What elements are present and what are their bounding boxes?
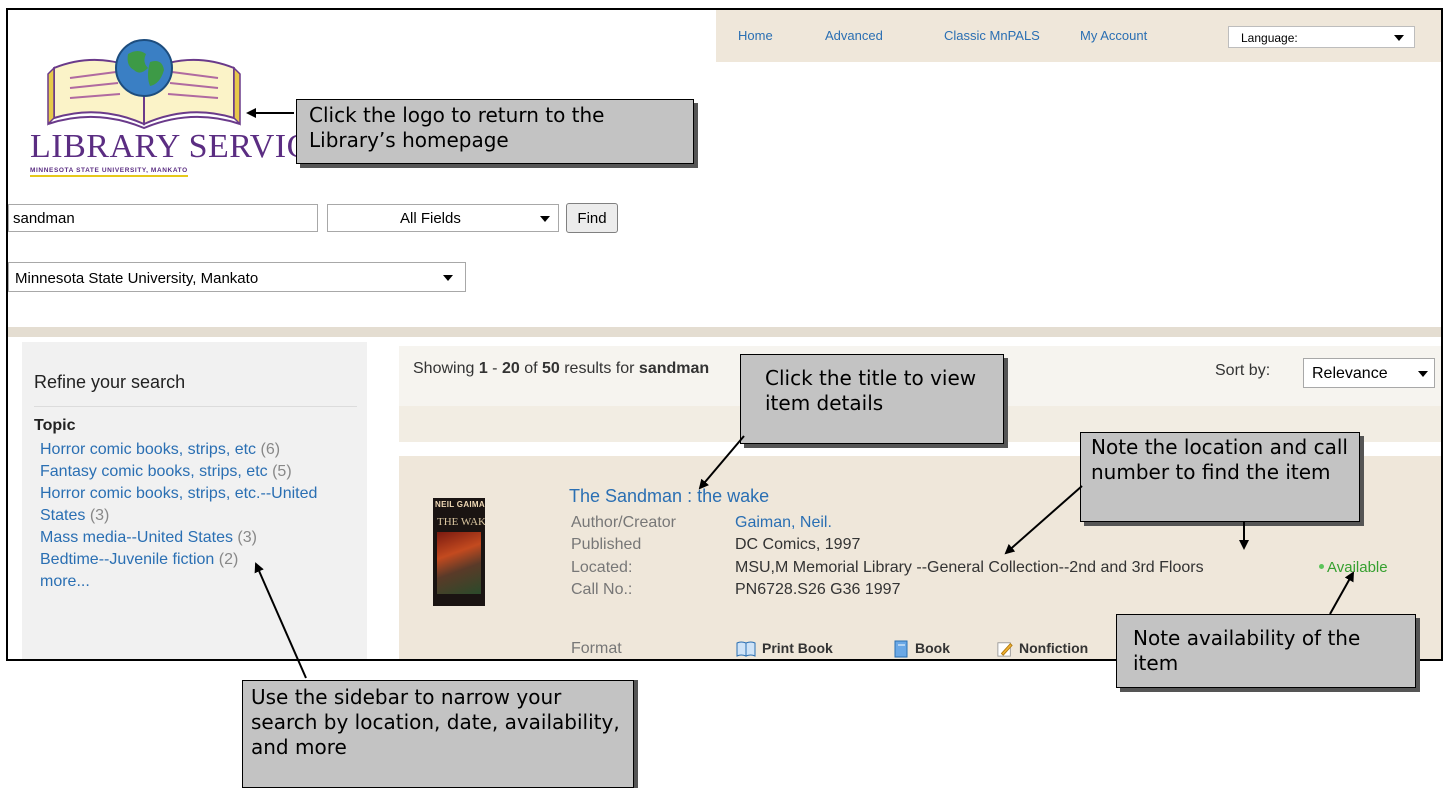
arrow-to-availability — [1329, 571, 1354, 615]
arrow-to-sidebar — [254, 562, 307, 679]
arrow-to-title — [698, 435, 745, 490]
callout-arrows — [246, 108, 1354, 679]
arrow-to-location — [1004, 485, 1083, 555]
